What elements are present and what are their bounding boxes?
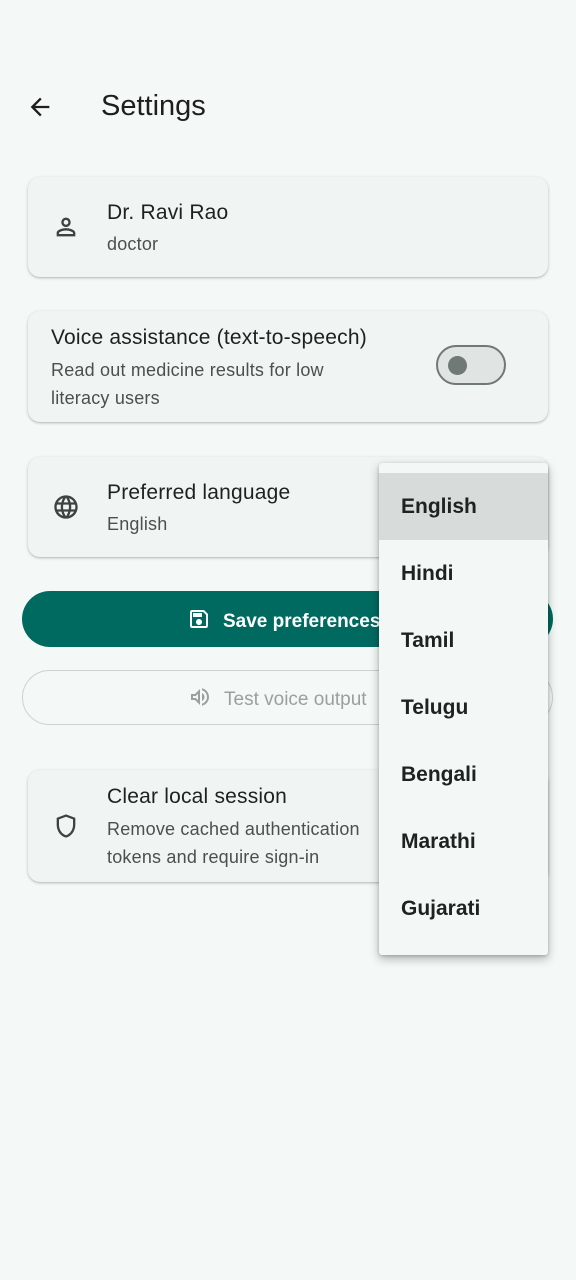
save-icon bbox=[187, 607, 211, 637]
language-dropdown-menu: English Hindi Tamil Telugu Bengali Marat… bbox=[379, 463, 548, 955]
app-bar: Settings bbox=[0, 72, 576, 146]
language-option-hindi[interactable]: Hindi bbox=[379, 540, 548, 607]
language-option-telugu[interactable]: Telugu bbox=[379, 674, 548, 741]
voice-assistance-description-line1: Read out medicine results for low bbox=[51, 360, 324, 380]
shield-icon bbox=[48, 808, 84, 844]
profile-card: Dr. Ravi Rao doctor bbox=[28, 177, 548, 277]
language-option-english[interactable]: English bbox=[379, 473, 548, 540]
language-option-bengali[interactable]: Bengali bbox=[379, 741, 548, 808]
language-option-gujarati[interactable]: Gujarati bbox=[379, 875, 548, 942]
toggle-knob bbox=[448, 356, 467, 375]
voice-assistance-title: Voice assistance (text-to-speech) bbox=[51, 326, 367, 349]
voice-assistance-toggle[interactable] bbox=[436, 345, 506, 385]
arrow-back-icon bbox=[26, 93, 54, 126]
test-voice-output-label: Test voice output bbox=[224, 689, 367, 710]
back-button[interactable] bbox=[20, 86, 60, 132]
save-preferences-label: Save preferences bbox=[223, 611, 381, 632]
speaker-icon bbox=[188, 685, 212, 715]
clear-session-description-line2: tokens and require sign-in bbox=[107, 847, 320, 867]
globe-icon bbox=[48, 489, 84, 525]
clear-session-description-line1: Remove cached authentication bbox=[107, 819, 360, 839]
preferred-language-value: English bbox=[107, 514, 168, 534]
language-option-tamil[interactable]: Tamil bbox=[379, 607, 548, 674]
voice-assistance-description-line2: literacy users bbox=[51, 388, 160, 408]
language-option-marathi[interactable]: Marathi bbox=[379, 808, 548, 875]
page-title: Settings bbox=[101, 90, 206, 122]
person-icon bbox=[48, 209, 84, 245]
profile-name: Dr. Ravi Rao bbox=[107, 201, 229, 224]
clear-session-title: Clear local session bbox=[107, 785, 288, 808]
profile-role: doctor bbox=[107, 234, 159, 254]
voice-assistance-card: Voice assistance (text-to-speech) Read o… bbox=[28, 311, 548, 422]
preferred-language-title: Preferred language bbox=[107, 481, 291, 504]
